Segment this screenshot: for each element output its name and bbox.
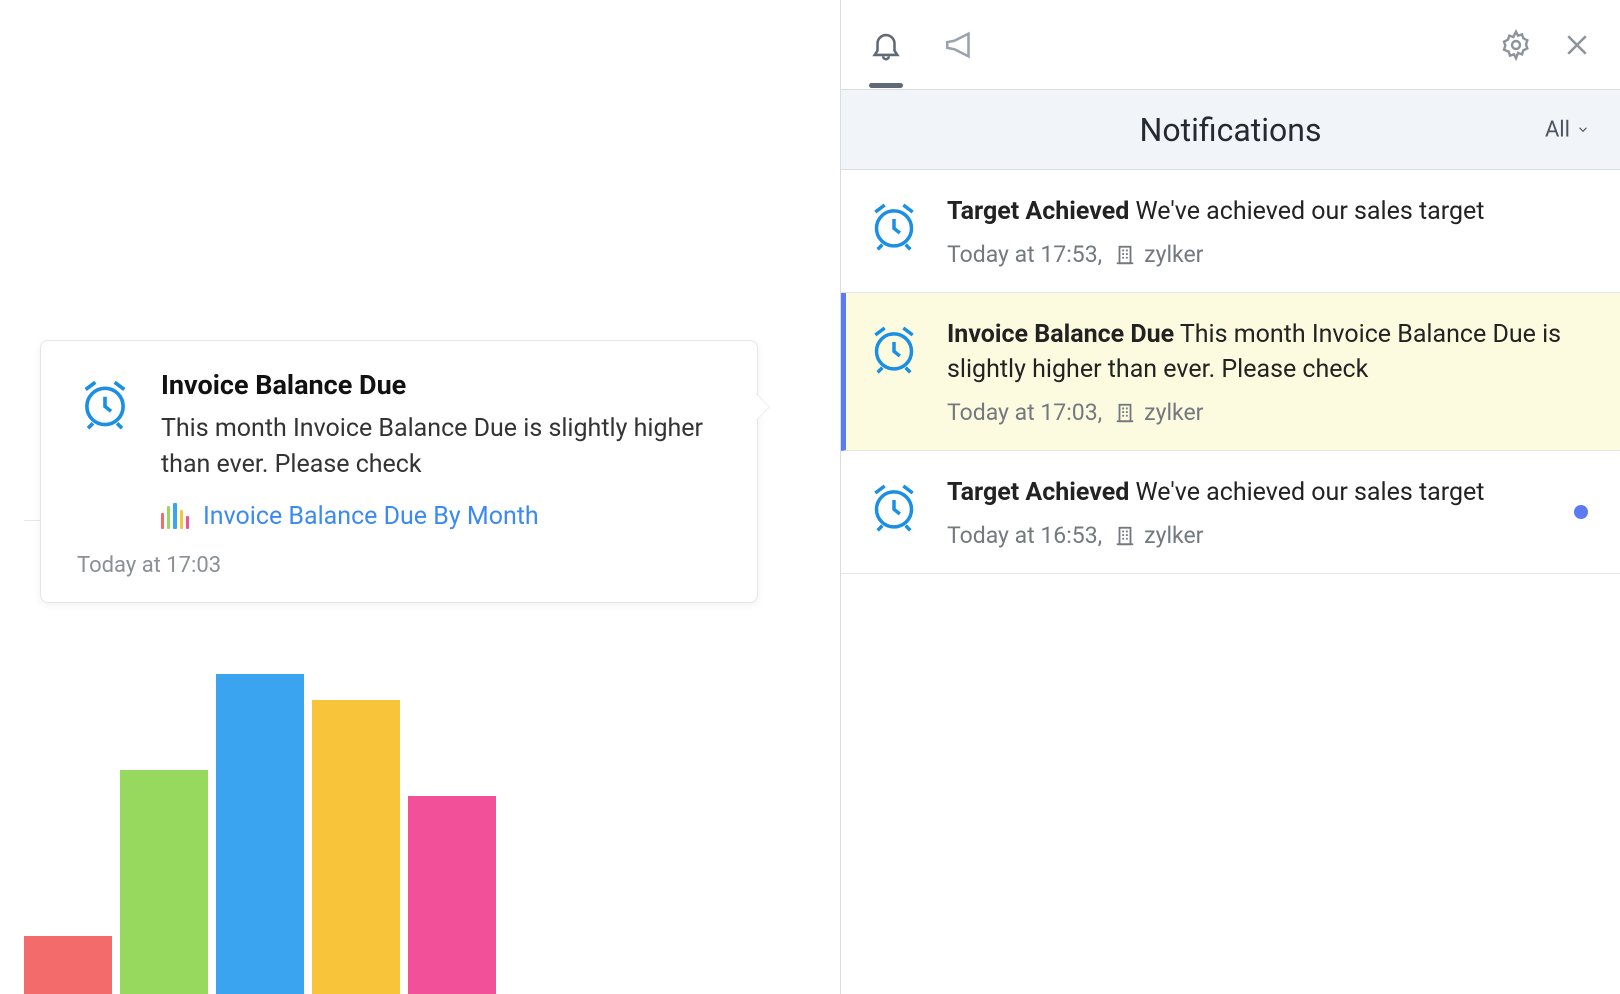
card-link[interactable]: Invoice Balance Due By Month (203, 502, 539, 531)
chevron-down-icon (1576, 123, 1590, 137)
card-arrow (755, 393, 769, 421)
megaphone-icon[interactable] (943, 28, 977, 62)
alarm-clock-icon (863, 198, 925, 268)
notification-item[interactable]: Invoice Balance Due This month Invoice B… (841, 293, 1620, 451)
card-timestamp: Today at 17:03 (77, 553, 725, 578)
chart-bar (312, 700, 400, 994)
card-title: Invoice Balance Due (161, 369, 725, 401)
notification-org: zylker (1114, 399, 1203, 426)
notification-timestamp: Today at 17:03, (947, 399, 1102, 426)
alarm-clock-icon (863, 321, 925, 426)
bar-chart-icon (161, 503, 189, 529)
notification-meta: Today at 17:53, zylker (947, 241, 1592, 268)
chart-bar (216, 674, 304, 994)
building-icon (1114, 244, 1136, 266)
chart-bar (408, 796, 496, 994)
background-chart (24, 674, 496, 994)
main-area: Invoice Balance Due This month Invoice B… (0, 0, 760, 994)
gear-icon[interactable] (1500, 29, 1532, 61)
bell-icon[interactable] (869, 28, 903, 62)
notification-org: zylker (1114, 522, 1203, 549)
notification-text: Invoice Balance Due This month Invoice B… (947, 317, 1592, 387)
unread-dot (1574, 505, 1588, 519)
notification-item[interactable]: Target Achieved We've achieved our sales… (841, 451, 1620, 574)
building-icon (1114, 402, 1136, 424)
notification-list: Target Achieved We've achieved our sales… (841, 170, 1620, 574)
notification-text: Target Achieved We've achieved our sales… (947, 475, 1592, 510)
filter-label: All (1545, 117, 1570, 142)
notification-timestamp: Today at 17:53, (947, 241, 1102, 268)
alarm-clock-icon (73, 375, 137, 433)
filter-dropdown[interactable]: All (1545, 117, 1590, 142)
notification-timestamp: Today at 16:53, (947, 522, 1102, 549)
notification-meta: Today at 17:03, zylker (947, 399, 1592, 426)
panel-title: Notifications (1140, 111, 1322, 149)
card-text: This month Invoice Balance Due is slight… (161, 411, 725, 484)
notification-org: zylker (1114, 241, 1203, 268)
chart-bar (120, 770, 208, 994)
notification-text: Target Achieved We've achieved our sales… (947, 194, 1592, 229)
chart-bar (24, 936, 112, 994)
notification-meta: Today at 16:53, zylker (947, 522, 1592, 549)
notification-item[interactable]: Target Achieved We've achieved our sales… (841, 170, 1620, 293)
alarm-clock-icon (863, 479, 925, 549)
close-icon[interactable] (1562, 30, 1592, 60)
notifications-panel: Notifications All Target Achieved We've … (840, 0, 1620, 994)
notification-card: Invoice Balance Due This month Invoice B… (40, 340, 758, 603)
building-icon (1114, 525, 1136, 547)
panel-toolbar (841, 0, 1620, 90)
panel-header: Notifications All (841, 90, 1620, 170)
